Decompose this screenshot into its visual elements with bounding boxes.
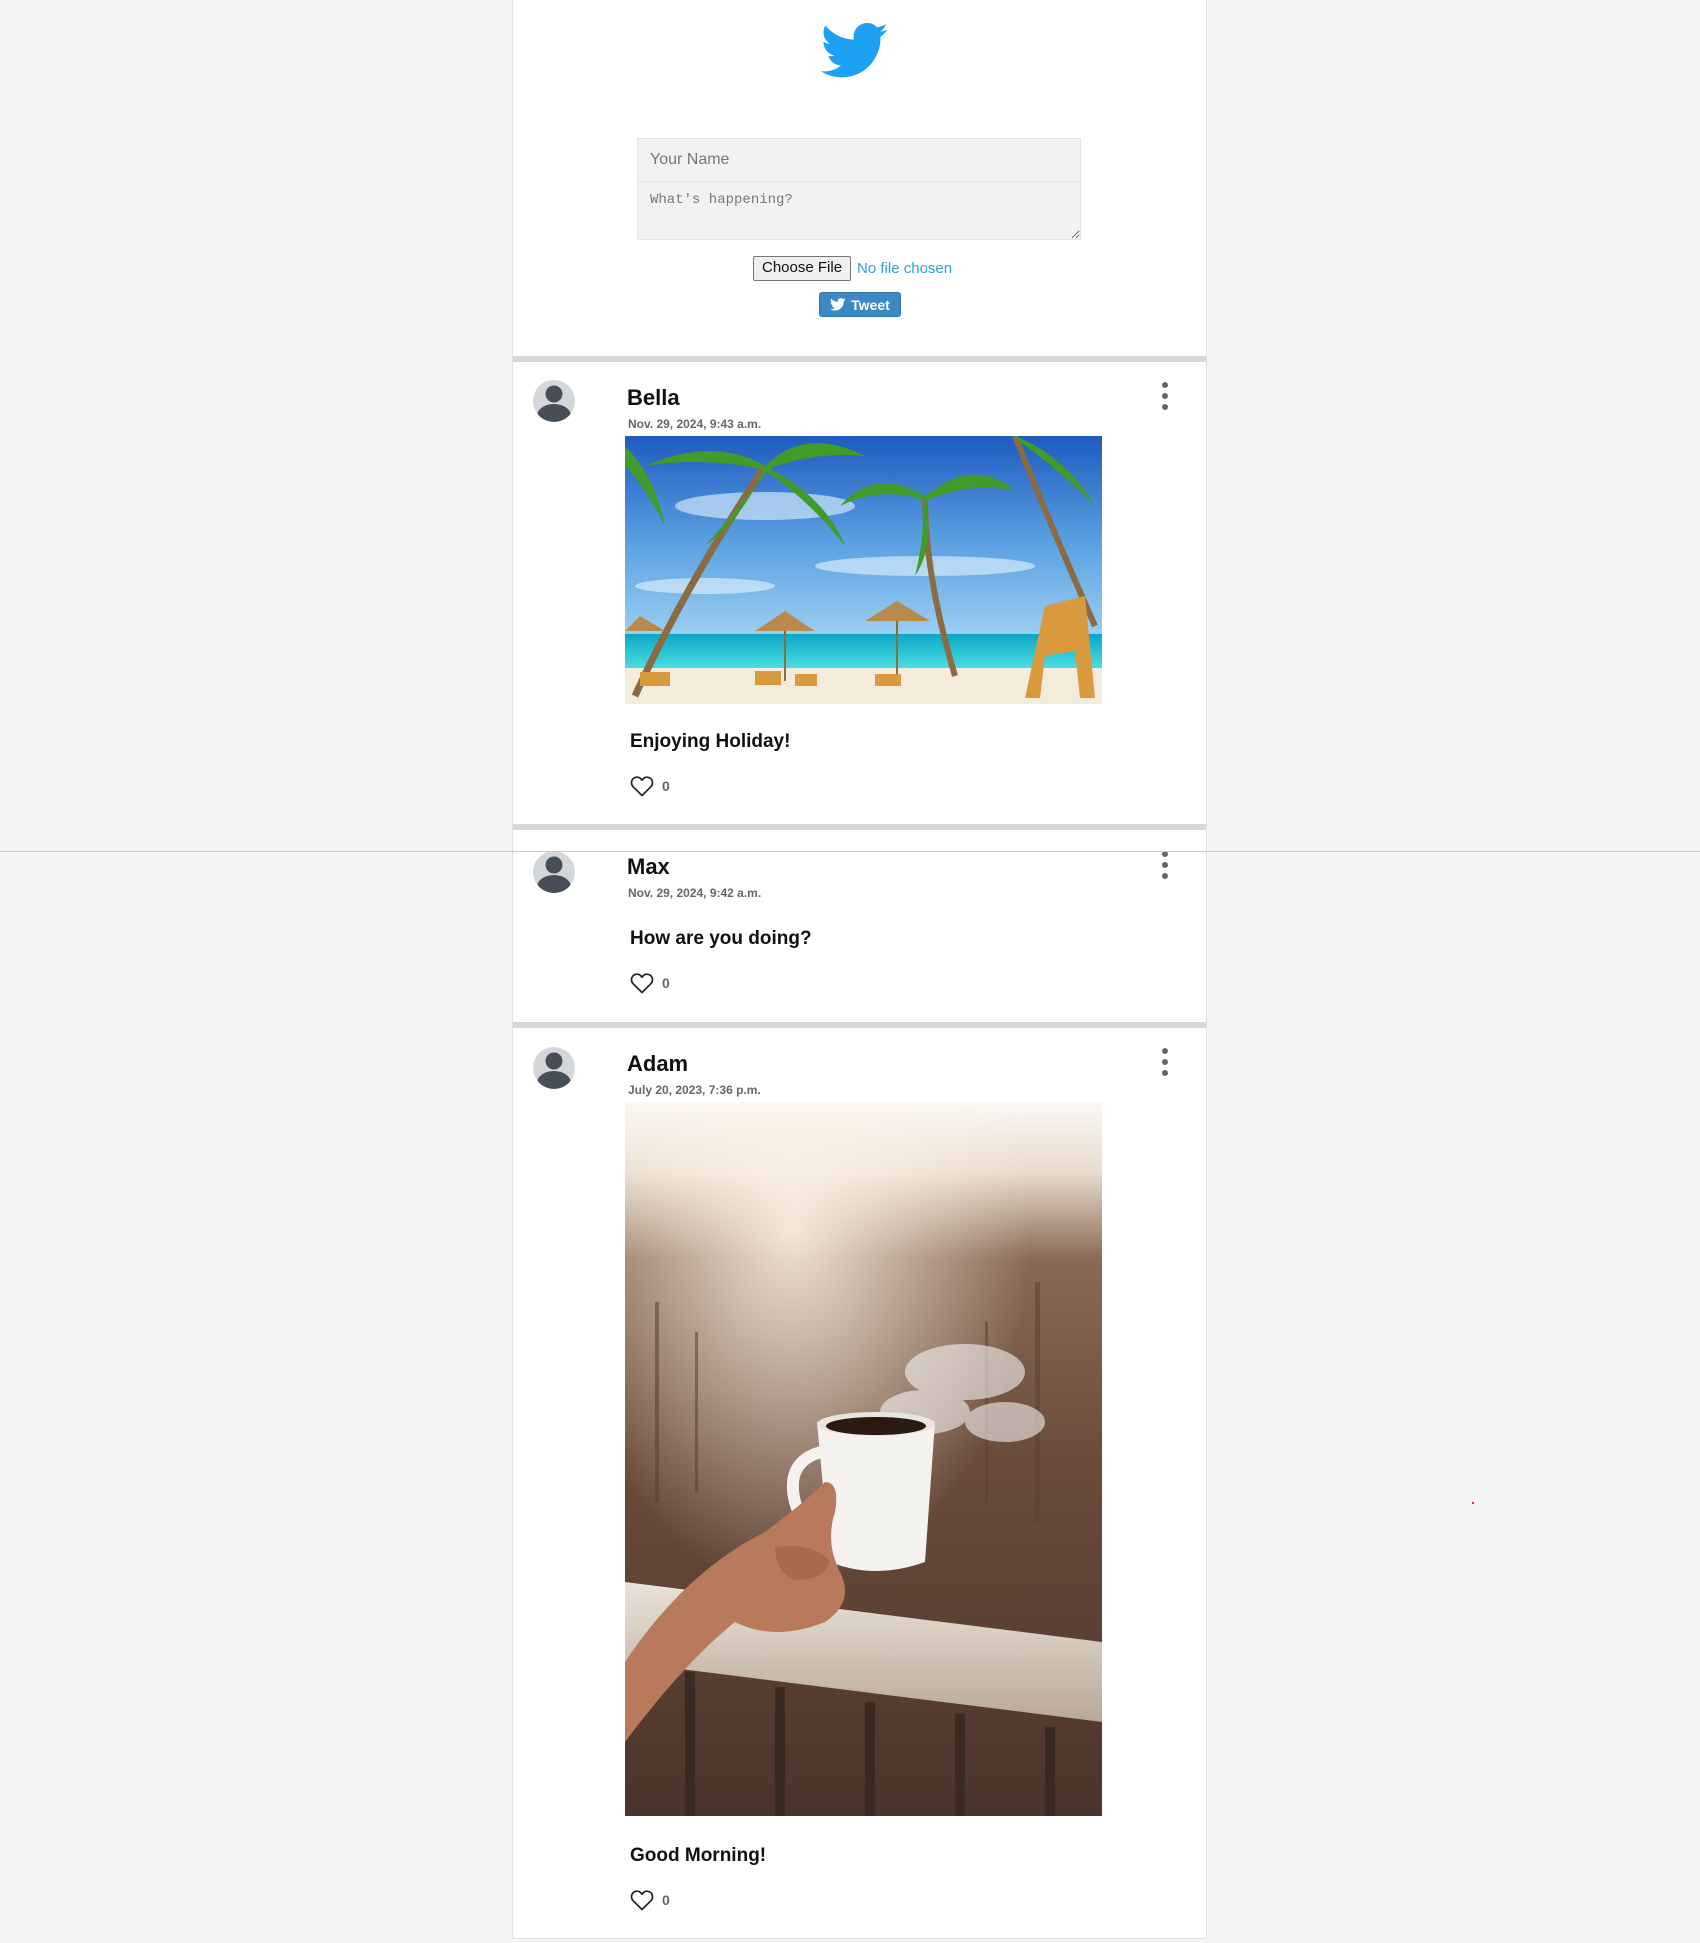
post-text: Enjoying Holiday!	[630, 731, 791, 752]
post-timestamp: Nov. 29, 2024, 9:42 a.m.	[628, 886, 762, 900]
feed-column: Choose File No file chosen Tweet Bella N…	[512, 0, 1207, 1939]
post-item: Max Nov. 29, 2024, 9:42 a.m. How are you…	[513, 830, 1206, 1022]
like-count: 0	[662, 975, 670, 991]
post-timestamp: July 20, 2023, 7:36 p.m.	[628, 1083, 761, 1097]
post-image	[625, 1102, 1102, 1816]
post-image	[625, 436, 1102, 704]
avatar-icon	[533, 1047, 575, 1089]
avatar-icon	[533, 380, 575, 422]
like-row: 0	[630, 970, 670, 996]
choose-file-button[interactable]: Choose File	[753, 255, 852, 281]
file-picker: Choose File No file chosen	[753, 255, 953, 281]
twitter-bird-icon	[821, 22, 888, 78]
post-text: Good Morning!	[630, 1845, 767, 1866]
post-author[interactable]: Bella	[627, 385, 680, 411]
tweet-button-label: Tweet	[851, 296, 890, 313]
post-item: Adam July 20, 2023, 7:36 p.m. Good Morni…	[513, 1028, 1206, 1938]
post-author[interactable]: Max	[627, 854, 670, 880]
post-author[interactable]: Adam	[627, 1051, 688, 1077]
post-text: How are you doing?	[630, 928, 812, 949]
stray-dot	[1472, 1502, 1474, 1504]
no-file-chosen-text: No file chosen	[857, 259, 953, 277]
compose-panel: Choose File No file chosen Tweet	[513, 0, 1206, 356]
post-item: Bella Nov. 29, 2024, 9:43 a.m. Enjoying …	[513, 362, 1206, 824]
more-options-icon[interactable]	[1157, 851, 1173, 879]
like-count: 0	[662, 778, 670, 794]
like-count: 0	[662, 1892, 670, 1908]
status-textarea[interactable]	[637, 182, 1081, 240]
name-input[interactable]	[637, 138, 1081, 182]
post-timestamp: Nov. 29, 2024, 9:43 a.m.	[628, 417, 762, 431]
viewport-fold-line	[0, 851, 1700, 852]
twitter-bird-icon	[830, 298, 846, 311]
avatar-icon	[533, 851, 575, 893]
heart-icon[interactable]	[630, 775, 654, 797]
like-row: 0	[630, 773, 670, 799]
heart-icon[interactable]	[630, 972, 654, 994]
tweet-button[interactable]: Tweet	[819, 292, 901, 317]
like-row: 0	[630, 1887, 670, 1913]
more-options-icon[interactable]	[1157, 382, 1173, 410]
more-options-icon[interactable]	[1157, 1048, 1173, 1076]
heart-icon[interactable]	[630, 1889, 654, 1911]
